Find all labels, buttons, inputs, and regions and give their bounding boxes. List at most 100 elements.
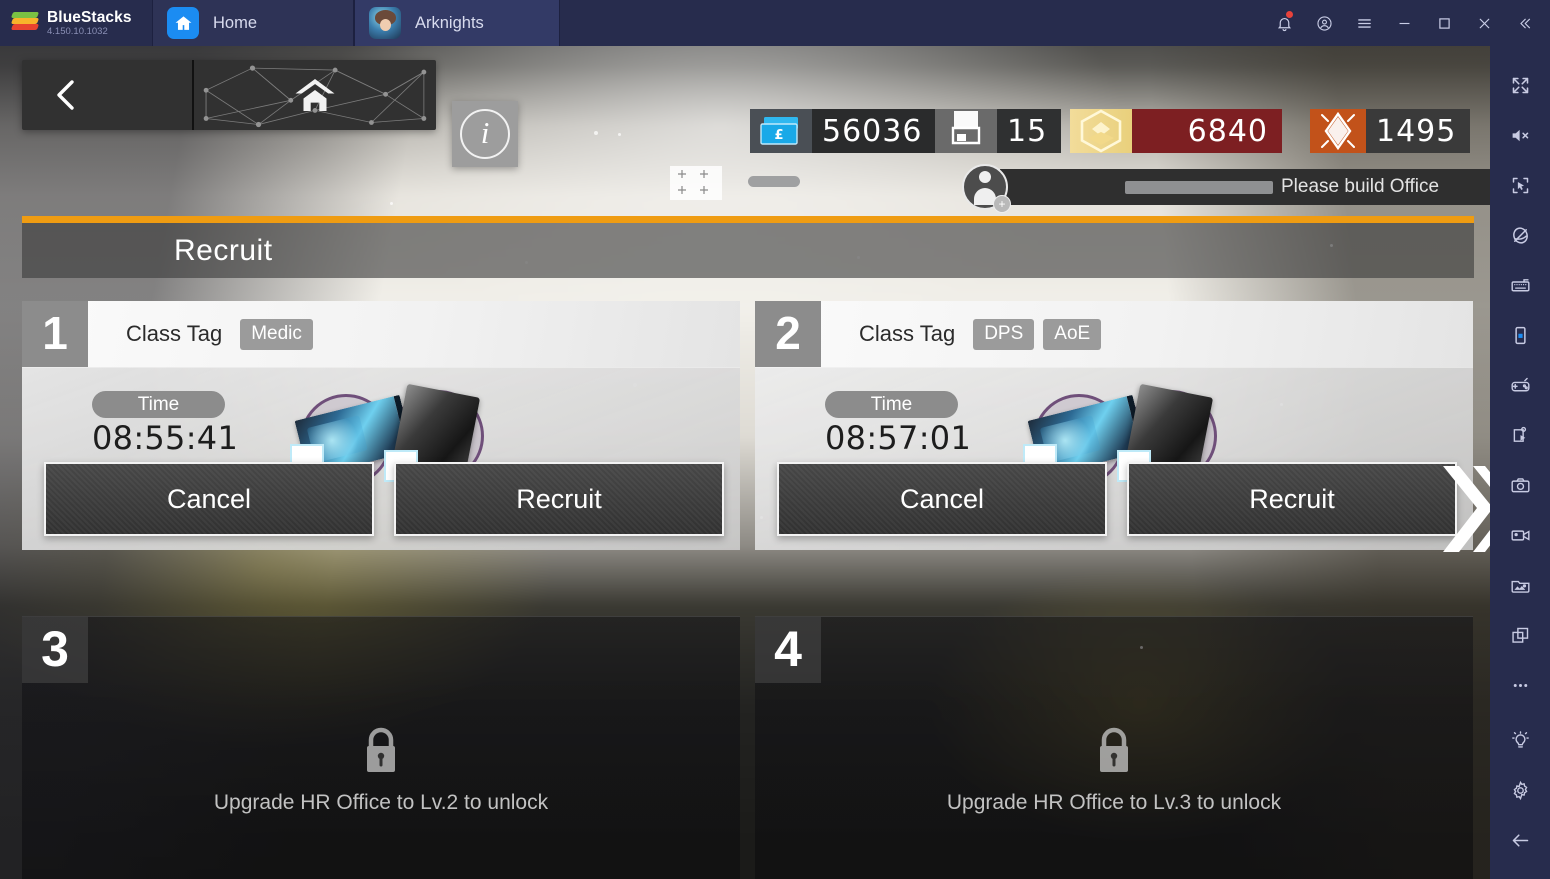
bluestacks-titlebar: BlueStacks 4.150.10.1032 Home Arknights: [0, 0, 1550, 46]
sidebar-item-rotate-screen[interactable]: [1490, 310, 1550, 360]
minimize-button[interactable]: [1384, 0, 1424, 46]
resource-lmd[interactable]: 6840: [1070, 109, 1282, 153]
no-ads-icon: [1512, 226, 1528, 244]
lmd-icon: [1070, 109, 1132, 153]
sidebar-item-mute[interactable]: [1490, 110, 1550, 160]
home-network-icon: [295, 79, 335, 111]
notifications-button[interactable]: [1264, 0, 1304, 46]
account-button[interactable]: [1304, 0, 1344, 46]
maximize-button[interactable]: [1424, 0, 1464, 46]
slot-4-number: 4: [755, 617, 821, 683]
recruit-header: Recruit: [22, 223, 1474, 278]
slot-3-lock-text: Upgrade HR Office to Lv.2 to unlock: [213, 791, 549, 814]
phone-icon: [1514, 326, 1526, 344]
sidebar-item-fullscreen[interactable]: [1490, 60, 1550, 110]
slot-2-number: 2: [755, 301, 821, 367]
lock-icon: [1100, 727, 1128, 772]
back-button[interactable]: [22, 60, 194, 130]
slot-4-lock: Upgrade HR Office to Lv.3 to unlock: [755, 725, 1473, 815]
slot-2-recruit-button[interactable]: Recruit: [1127, 462, 1457, 536]
accent-rule: [22, 216, 1474, 223]
brand-version: 4.150.10.1032: [47, 26, 108, 37]
info-icon: i: [460, 109, 510, 159]
recruit-slot-4[interactable]: 4 Upgrade HR Office to Lv.3 to unlock: [755, 616, 1473, 879]
slot-1-body: Time 08:55:41 Cancel Recruit: [22, 367, 740, 550]
originium-value: 1495: [1366, 109, 1471, 153]
recruit-slot-3[interactable]: 3 Upgrade HR Office to Lv.2 to unlock: [22, 616, 740, 879]
target-cursor-icon: [1512, 177, 1528, 193]
bluestacks-logo-icon: [10, 12, 40, 34]
script-play-icon: [1513, 426, 1526, 442]
titlebar-spacer: [560, 0, 1264, 46]
tag-chip[interactable]: DPS: [973, 318, 1035, 350]
slot-1-cancel-button[interactable]: Cancel: [44, 462, 374, 536]
collapse-button[interactable]: [1504, 0, 1544, 46]
sidebar-item-multi-instance[interactable]: [1490, 610, 1550, 660]
lmd-value: 6840: [1132, 109, 1282, 153]
game-nav-bar: [22, 60, 436, 130]
tag-chip[interactable]: Medic: [240, 318, 313, 350]
sidebar-item-eco-mode[interactable]: [1490, 210, 1550, 260]
resource-originium[interactable]: 1495: [1310, 109, 1471, 153]
sidebar-item-back[interactable]: [1490, 815, 1550, 865]
tab-arknights-label: Arknights: [415, 13, 484, 32]
recruit-slot-2[interactable]: 2 Class Tag DPS AoE Time 08:57:01 Cancel…: [755, 301, 1490, 552]
plus-icon: +: [993, 195, 1011, 213]
tab-arknights[interactable]: Arknights: [354, 0, 560, 46]
notification-dot: [1286, 11, 1293, 18]
tab-home-label: Home: [213, 13, 258, 32]
avatar[interactable]: +: [962, 164, 1011, 213]
slot-2-tags: DPS AoE: [973, 318, 1102, 350]
tag-chip[interactable]: AoE: [1043, 318, 1102, 350]
sidebar-item-screenshot[interactable]: [1490, 460, 1550, 510]
menu-button[interactable]: [1344, 0, 1384, 46]
slot-4-lock-text: Upgrade HR Office to Lv.3 to unlock: [946, 791, 1282, 814]
sidebar-item-gamepad[interactable]: [1490, 360, 1550, 410]
sidebar-item-tips[interactable]: [1490, 715, 1550, 765]
slot-3-header: 3: [22, 617, 740, 683]
slot-4-header: 4: [755, 617, 1473, 683]
tab-home[interactable]: Home: [152, 0, 354, 46]
info-button[interactable]: i: [452, 101, 518, 167]
lock-icon: [367, 727, 395, 772]
slot-2-time-value: 08:57:01: [825, 419, 972, 457]
slot-3-number: 3: [22, 617, 88, 683]
slot-1-header: 1 Class Tag Medic: [22, 301, 740, 367]
page-title: Recruit: [174, 233, 273, 267]
sidebar-item-screen-record[interactable]: [1490, 510, 1550, 560]
slot-1-tags: Medic: [240, 318, 313, 350]
avatar-head-icon: [979, 171, 991, 183]
bluestacks-brand: BlueStacks 4.150.10.1032: [0, 0, 152, 46]
chevron-left-icon: [57, 80, 74, 110]
slot-2-header: 2 Class Tag DPS AoE: [755, 301, 1473, 367]
slot-2-cancel-button[interactable]: Cancel: [777, 462, 1107, 536]
sidebar-item-keyboard-controls[interactable]: [1490, 260, 1550, 310]
home-icon: [167, 7, 199, 39]
game-viewport[interactable]: i £ 56036 15 6840 1495 Please build Offi…: [0, 46, 1490, 879]
sidebar-item-more-options[interactable]: [1490, 660, 1550, 710]
slot-3-lock: Upgrade HR Office to Lv.2 to unlock: [22, 725, 740, 815]
slot-1-time-value: 08:55:41: [92, 419, 239, 457]
office-hint-label: Please build Office: [1281, 176, 1440, 197]
sidebar-item-multi-instance-sync[interactable]: [1490, 160, 1550, 210]
sidebar-item-macro-recorder[interactable]: [1490, 410, 1550, 460]
svg-text:£: £: [774, 128, 783, 143]
recruit-slot-1[interactable]: 1 Class Tag Medic Time 08:55:41 Cancel R…: [22, 301, 740, 550]
office-hint-bar[interactable]: Please build Office: [1000, 169, 1490, 205]
home-button[interactable]: [194, 60, 436, 130]
slot-1-number: 1: [22, 301, 88, 367]
slot-1-class-tag-label: Class Tag: [126, 321, 223, 346]
speaker-mute-icon: [1512, 129, 1528, 141]
slot-2-body: Time 08:57:01 Cancel Recruit: [755, 367, 1490, 552]
blue-ticket-icon: £: [750, 109, 812, 153]
slot-1-recruit-button[interactable]: Recruit: [394, 462, 724, 536]
arrow-left-icon: [1512, 833, 1528, 847]
sidebar-item-settings[interactable]: [1490, 765, 1550, 815]
bluestacks-sidebar: [1490, 46, 1550, 879]
resource-recruitment-permit[interactable]: £ 56036: [750, 109, 937, 153]
close-button[interactable]: [1464, 0, 1504, 46]
gamepad-icon: [1510, 377, 1530, 391]
sidebar-item-media-manager[interactable]: [1490, 560, 1550, 610]
resource-expedited-plan[interactable]: 15: [935, 109, 1062, 153]
keyboard-icon: [1510, 278, 1530, 291]
